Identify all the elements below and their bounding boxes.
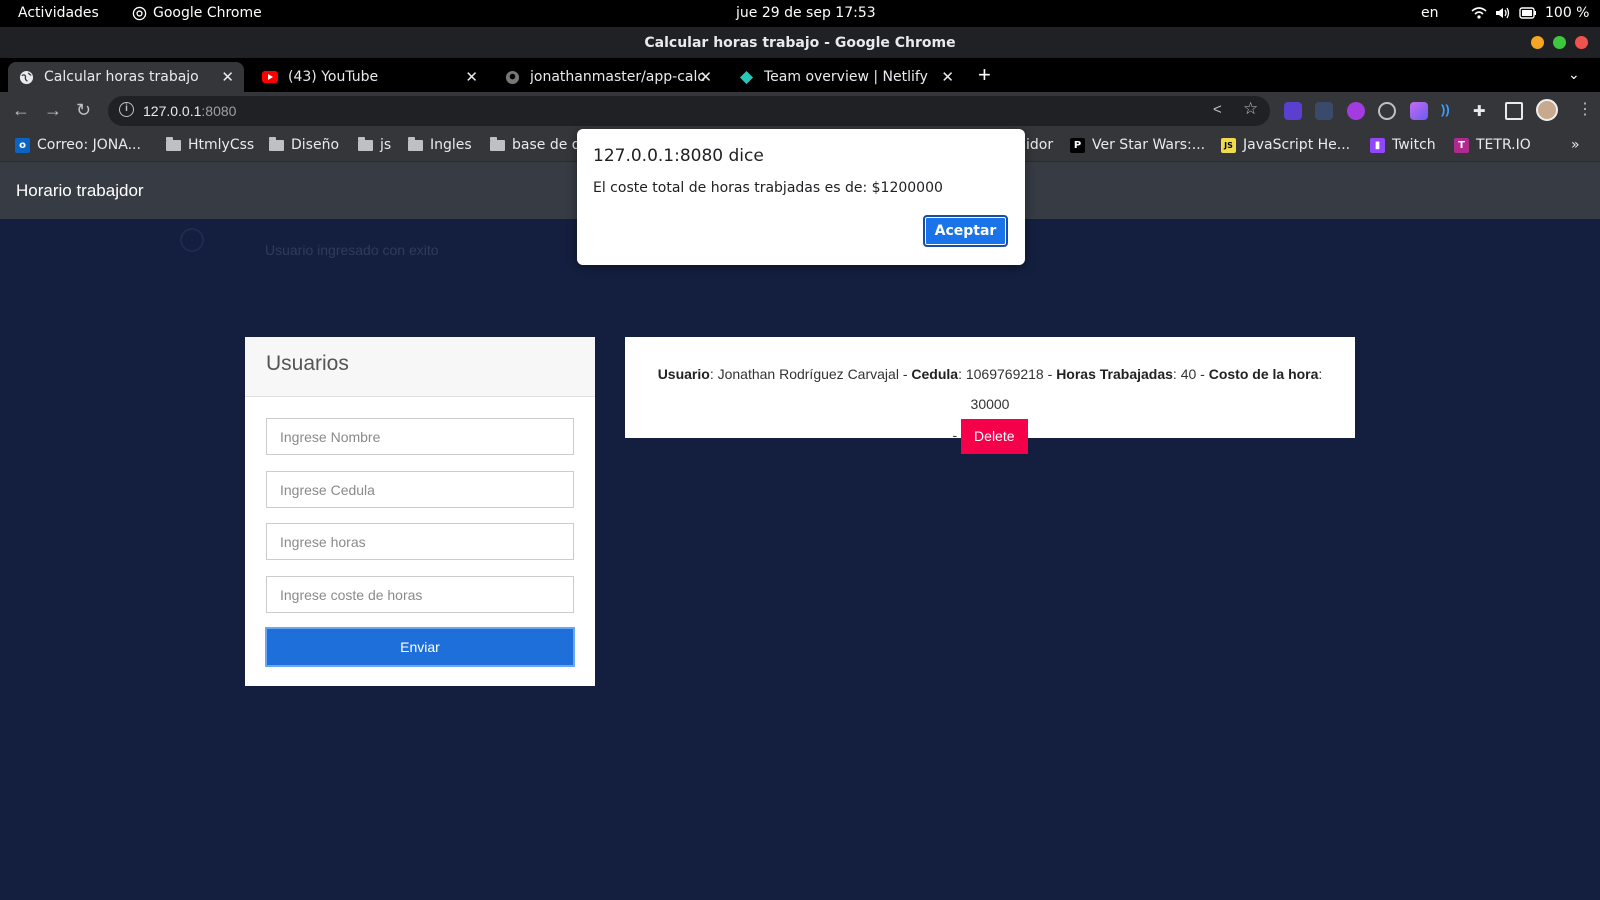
dialog-message: El coste total de horas trabjadas es de:… bbox=[593, 180, 943, 196]
accept-button[interactable]: Aceptar bbox=[923, 215, 1008, 247]
twitch-icon: ▮ bbox=[1370, 137, 1385, 153]
share-icon[interactable]: < bbox=[1213, 101, 1222, 118]
tab-label: jonathanmaster/app-calc bbox=[530, 69, 705, 85]
system-top-bar: Actividades Google Chrome jue 29 de sep … bbox=[0, 0, 1600, 27]
globe-icon bbox=[18, 69, 34, 85]
active-app-name: Google Chrome bbox=[153, 5, 262, 21]
address-bar[interactable]: i 127.0.0.1:8080 < ☆ bbox=[108, 96, 1270, 126]
bookmark-folder-htmlycss[interactable]: HtmlyCss bbox=[166, 136, 254, 153]
app-brand[interactable]: Horario trabajdor bbox=[16, 181, 144, 201]
folder-icon bbox=[490, 136, 505, 151]
profile-avatar[interactable] bbox=[1536, 99, 1558, 121]
outlook-icon: o bbox=[15, 137, 30, 153]
bookmark-partial[interactable]: idor bbox=[1026, 137, 1053, 153]
user-cedula: 1069769218 bbox=[965, 366, 1044, 382]
bookmark-star-icon[interactable]: ☆ bbox=[1243, 99, 1258, 119]
clock[interactable]: jue 29 de sep 17:53 bbox=[736, 5, 876, 21]
card-header: Usuarios bbox=[245, 337, 595, 397]
extensions-puzzle-icon[interactable]: ✚ bbox=[1473, 102, 1491, 120]
cost-input[interactable] bbox=[266, 576, 574, 613]
alert-dialog: 127.0.0.1:8080 dice El coste total de ho… bbox=[577, 129, 1025, 265]
bookmark-folder-diseno[interactable]: Diseño bbox=[269, 136, 339, 153]
battery-percent: 100 % bbox=[1545, 5, 1590, 21]
minimize-button[interactable] bbox=[1531, 36, 1544, 49]
extension-icon-1[interactable] bbox=[1284, 102, 1302, 120]
user-hours: 40 bbox=[1180, 366, 1197, 382]
bookmarks-overflow-button[interactable]: » bbox=[1571, 137, 1580, 153]
forward-arrow-icon[interactable]: → bbox=[44, 100, 62, 121]
success-toast: Usuario ingresado con exito bbox=[265, 242, 439, 258]
wifi-icon bbox=[1471, 7, 1487, 19]
folder-icon bbox=[358, 136, 373, 151]
cedula-input[interactable] bbox=[266, 471, 574, 508]
side-panel-icon[interactable] bbox=[1505, 102, 1523, 120]
tab-label: Calcular horas trabajo bbox=[44, 69, 199, 85]
github-icon bbox=[504, 69, 520, 85]
browser-toolbar: ← → ↻ i 127.0.0.1:8080 < ☆ )) ✚ ⋮ bbox=[0, 92, 1600, 130]
hours-input[interactable] bbox=[266, 523, 574, 560]
user-hour-cost: 30000 bbox=[970, 396, 1010, 412]
close-tab-icon[interactable]: ✕ bbox=[221, 68, 234, 86]
netlify-icon bbox=[738, 69, 754, 85]
folder-icon bbox=[269, 136, 284, 151]
url-text[interactable]: 127.0.0.1:8080 bbox=[143, 103, 236, 119]
folder-icon bbox=[166, 136, 181, 151]
active-app-indicator[interactable]: Google Chrome bbox=[132, 5, 262, 21]
bookmark-star-wars[interactable]: P Ver Star Wars:... bbox=[1070, 137, 1205, 153]
folder-icon bbox=[408, 136, 423, 151]
system-tray[interactable]: 100 % bbox=[1471, 5, 1589, 21]
tab-github[interactable]: jonathanmaster/app-calc ✕ bbox=[494, 62, 722, 92]
tab-label: (43) YouTube bbox=[288, 69, 379, 85]
plex-icon: P bbox=[1070, 137, 1085, 153]
bookmark-folder-js[interactable]: js bbox=[358, 136, 391, 153]
tab-label: Team overview | Netlify bbox=[764, 69, 928, 85]
bookmark-twitch[interactable]: ▮ Twitch bbox=[1370, 137, 1436, 153]
close-tab-icon[interactable]: ✕ bbox=[941, 68, 954, 86]
tab-netlify[interactable]: Team overview | Netlify ✕ bbox=[728, 62, 964, 92]
maximize-button[interactable] bbox=[1553, 36, 1566, 49]
keyboard-language[interactable]: en bbox=[1421, 5, 1439, 21]
card-title: Usuarios bbox=[266, 352, 349, 375]
site-info-icon[interactable]: i bbox=[119, 102, 134, 117]
activities-button[interactable]: Actividades bbox=[18, 5, 99, 21]
delete-button[interactable]: Delete bbox=[961, 419, 1028, 454]
success-check-icon bbox=[180, 228, 204, 252]
extension-icon-5[interactable] bbox=[1410, 102, 1428, 120]
tab-calcular-horas[interactable]: Calcular horas trabajo ✕ bbox=[8, 62, 244, 92]
extension-icon-3[interactable] bbox=[1347, 102, 1365, 120]
name-input[interactable] bbox=[266, 418, 574, 455]
reload-icon[interactable]: ↻ bbox=[76, 100, 91, 121]
bookmark-tetrio[interactable]: T TETR.IO bbox=[1454, 137, 1531, 153]
tetrio-icon: T bbox=[1454, 137, 1469, 153]
tab-search-chevron-icon[interactable]: ⌄ bbox=[1568, 66, 1580, 83]
bookmark-correo[interactable]: o Correo: JONA... bbox=[15, 137, 141, 153]
new-tab-button[interactable]: + bbox=[978, 62, 991, 88]
youtube-icon bbox=[262, 69, 278, 85]
bookmark-javascript[interactable]: JS JavaScript He... bbox=[1221, 137, 1350, 153]
back-arrow-icon[interactable]: ← bbox=[12, 100, 30, 121]
users-list-card: Usuario: Jonathan Rodríguez Carvajal - C… bbox=[625, 337, 1355, 454]
volume-icon bbox=[1496, 7, 1510, 19]
extension-icon-6[interactable]: )) bbox=[1441, 102, 1459, 120]
user-name: Jonathan Rodríguez Carvajal bbox=[717, 366, 899, 382]
close-tab-icon[interactable]: ✕ bbox=[699, 68, 712, 86]
close-tab-icon[interactable]: ✕ bbox=[465, 68, 478, 86]
tab-strip: Calcular horas trabajo ✕ (43) YouTube ✕ … bbox=[0, 58, 1600, 144]
list-item: Usuario: Jonathan Rodríguez Carvajal - C… bbox=[625, 359, 1355, 454]
battery-icon bbox=[1519, 7, 1536, 19]
bookmark-folder-ingles[interactable]: Ingles bbox=[408, 136, 472, 153]
menu-kebab-icon[interactable]: ⋮ bbox=[1577, 99, 1593, 119]
users-form-card: Usuarios Enviar bbox=[245, 337, 595, 686]
tab-youtube[interactable]: (43) YouTube ✕ bbox=[252, 62, 488, 92]
submit-button[interactable]: Enviar bbox=[265, 627, 575, 667]
js-icon: JS bbox=[1221, 137, 1236, 153]
dialog-title: 127.0.0.1:8080 dice bbox=[593, 146, 764, 166]
chrome-icon bbox=[132, 6, 147, 20]
window-title: Calcular horas trabajo - Google Chrome bbox=[644, 35, 956, 51]
window-title-bar[interactable]: Calcular horas trabajo - Google Chrome bbox=[0, 27, 1600, 58]
extension-icon-2[interactable] bbox=[1315, 102, 1333, 120]
close-window-button[interactable] bbox=[1575, 36, 1588, 49]
react-devtools-icon[interactable] bbox=[1378, 102, 1396, 120]
bookmark-folder-base[interactable]: base de d bbox=[490, 136, 581, 153]
